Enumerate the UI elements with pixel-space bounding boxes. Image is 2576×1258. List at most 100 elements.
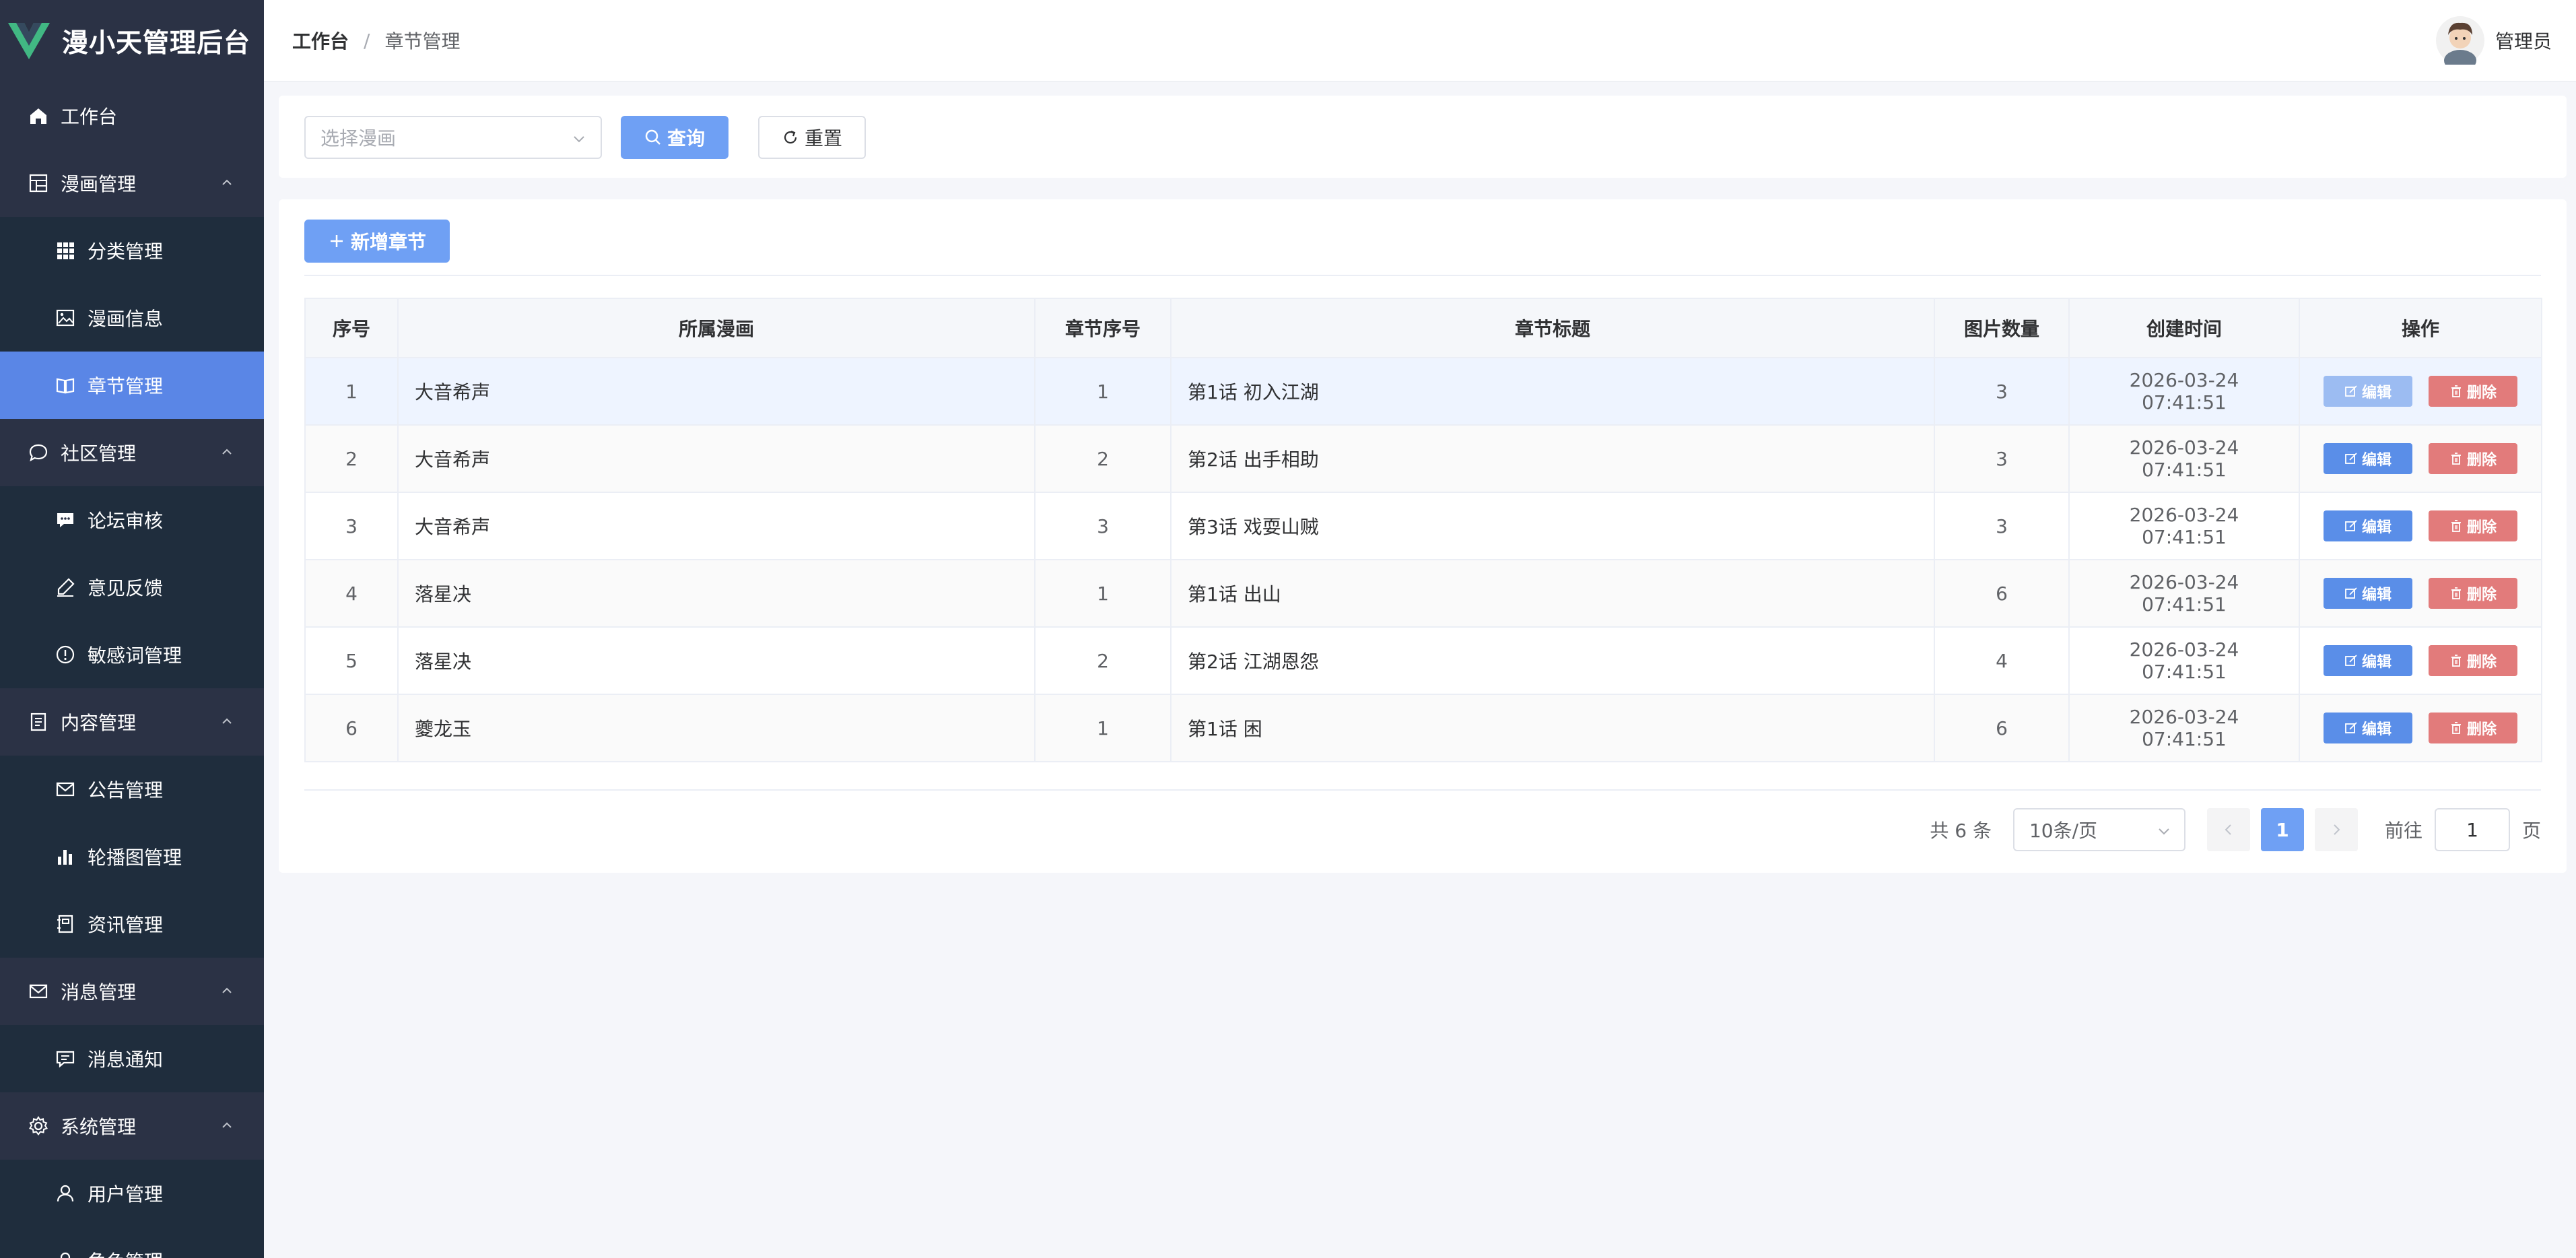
edit-pen-icon: [54, 576, 77, 599]
edit-button-label: 编辑: [2361, 452, 2392, 469]
sidebar-item-label: 角色管理: [88, 1247, 163, 1258]
edit-button-label: 编辑: [2361, 385, 2392, 401]
edit-button[interactable]: 编辑: [2324, 578, 2412, 609]
delete-button[interactable]: 删除: [2429, 443, 2517, 474]
breadcrumb-home[interactable]: 工作台: [292, 27, 349, 54]
search-card: 选择漫画 查询 重置: [279, 96, 2567, 178]
column-header: 序号: [304, 298, 399, 358]
sidebar-item-label: 工作台: [61, 106, 118, 128]
chapter-table: 序号 所属漫画 章节序号 章节标题 图片数量 创建时间 操作 1 大音希声 1 第1话 初入江湖 3…: [304, 298, 2542, 762]
delete-button[interactable]: 删除: [2429, 645, 2517, 676]
sidebar-item-role[interactable]: 角色管理: [0, 1227, 264, 1258]
query-button-label: 查询: [667, 127, 705, 150]
add-chapter-button[interactable]: 新增章节: [304, 220, 450, 263]
message-icon: [27, 980, 50, 1003]
sidebar-item-chat-square[interactable]: 消息通知: [0, 1025, 264, 1092]
goto-page-input[interactable]: 1: [2434, 808, 2510, 851]
next-page-button[interactable]: [2314, 808, 2358, 851]
cell-comic: 大音希声: [397, 424, 1036, 493]
sidebar-item-document[interactable]: 内容管理: [0, 688, 264, 756]
trash-icon: [2449, 587, 2467, 600]
cell-image-count: 6: [1934, 559, 2070, 628]
cell-actions: 编辑 删除: [2299, 424, 2542, 493]
delete-button[interactable]: 删除: [2429, 510, 2517, 541]
cell-chapter-no: 1: [1034, 559, 1172, 628]
cell-actions: 编辑 删除: [2299, 559, 2542, 628]
edit-icon: [2344, 385, 2362, 398]
sidebar-item-notebook[interactable]: 资讯管理: [0, 890, 264, 958]
user-name[interactable]: 管理员: [2495, 27, 2552, 54]
sidebar-item-apps[interactable]: 分类管理: [0, 217, 264, 284]
sidebar-item-message[interactable]: 消息管理: [0, 958, 264, 1025]
page-number-current[interactable]: 1: [2260, 808, 2304, 851]
sidebar-item-user[interactable]: 用户管理: [0, 1160, 264, 1227]
search-icon: [645, 129, 660, 145]
delete-button[interactable]: 删除: [2429, 578, 2517, 609]
chevron-down-icon: [2159, 828, 2169, 835]
sidebar-item-label: 敏感词管理: [88, 644, 182, 667]
delete-button-label: 删除: [2466, 385, 2497, 401]
table-row[interactable]: 1 大音希声 1 第1话 初入江湖 3 2026-03-24 07:41:51 编辑 删除: [304, 357, 2542, 426]
edit-button[interactable]: 编辑: [2324, 645, 2412, 676]
edit-button[interactable]: 编辑: [2324, 510, 2412, 541]
page-size-select[interactable]: 10条/页: [2012, 808, 2185, 851]
cell-index: 1: [304, 357, 399, 426]
comic-select[interactable]: 选择漫画: [304, 116, 602, 159]
table-row[interactable]: 2 大音希声 2 第2话 出手相助 3 2026-03-24 07:41:51 编辑 删除: [304, 424, 2542, 493]
query-button[interactable]: 查询: [621, 116, 728, 159]
sidebar-item-grid[interactable]: 漫画管理: [0, 150, 264, 217]
sidebar: 漫小天管理后台 工作台漫画管理分类管理漫画信息 章节管理社区管理论坛审核意见反馈敏…: [0, 0, 264, 1258]
chevron-right-icon: [2334, 824, 2340, 835]
sidebar-item-gear[interactable]: 系统管理: [0, 1092, 264, 1160]
refresh-icon: [784, 130, 797, 144]
cell-chapter-no: 2: [1034, 424, 1172, 493]
sidebar-item-edit-pen[interactable]: 意见反馈: [0, 554, 264, 621]
cell-chapter-no: 1: [1034, 357, 1172, 426]
sidebar-item-label: 消息通知: [88, 1049, 164, 1071]
sidebar-item-label: 论坛审核: [88, 510, 164, 532]
cell-index: 3: [304, 492, 399, 560]
document-icon: [27, 710, 50, 733]
sidebar-item-bar-chart[interactable]: 轮播图管理: [0, 823, 264, 890]
home-icon: [27, 104, 50, 127]
table-row[interactable]: 4 落星决 1 第1话 出山 6 2026-03-24 07:41:51 编辑 删除: [304, 559, 2542, 628]
brand: 漫小天管理后台: [0, 0, 264, 82]
prev-page-button[interactable]: [2206, 808, 2250, 851]
sidebar-item-mail[interactable]: 公告管理: [0, 756, 264, 823]
picture-icon: [54, 306, 77, 329]
edit-button[interactable]: 编辑: [2324, 713, 2412, 743]
edit-button-label: 编辑: [2361, 654, 2392, 671]
avatar[interactable]: [2435, 16, 2484, 65]
edit-button[interactable]: 编辑: [2324, 443, 2412, 474]
sidebar-item-chat[interactable]: 社区管理: [0, 419, 264, 486]
sidebar-menu: 工作台漫画管理分类管理漫画信息 章节管理社区管理论坛审核意见反馈敏感词管理内容管理…: [0, 82, 264, 1258]
chat-dots-icon: [54, 508, 77, 531]
vue-logo-icon: [8, 23, 50, 59]
sidebar-item-label: 系统管理: [61, 1116, 137, 1138]
delete-button[interactable]: 删除: [2429, 376, 2517, 407]
sidebar-item-picture[interactable]: 漫画信息: [0, 284, 264, 352]
table-row[interactable]: 5 落星决 2 第2话 江湖恩怨 4 2026-03-24 07:41:51 编辑 删除: [304, 626, 2542, 695]
cell-index: 5: [304, 626, 399, 695]
sidebar-item-home[interactable]: 工作台: [0, 82, 264, 150]
chevron-up-icon: [222, 179, 232, 185]
sidebar-item-warning[interactable]: 敏感词管理: [0, 621, 264, 688]
edit-button-label: 编辑: [2361, 519, 2392, 536]
cell-comic: 落星决: [397, 559, 1036, 628]
reset-button[interactable]: 重置: [758, 116, 866, 159]
sidebar-item-book[interactable]: 章节管理: [0, 352, 264, 419]
sidebar-item-label: 社区管理: [61, 442, 137, 465]
table-row[interactable]: 3 大音希声 3 第3话 戏耍山贼 3 2026-03-24 07:41:51 编辑 删除: [304, 492, 2542, 560]
cell-comic: 落星决: [397, 626, 1036, 695]
cell-actions: 编辑 删除: [2299, 357, 2542, 426]
cell-comic: 夔龙玉: [397, 694, 1036, 762]
cell-comic: 大音希声: [397, 492, 1036, 560]
delete-button[interactable]: 删除: [2429, 713, 2517, 743]
edit-button[interactable]: 编辑: [2324, 376, 2412, 407]
user-menu[interactable]: 管理员: [2435, 16, 2552, 65]
sidebar-item-chat-dots[interactable]: 论坛审核: [0, 486, 264, 554]
table-row[interactable]: 6 夔龙玉 1 第1话 困 6 2026-03-24 07:41:51 编辑 删除: [304, 694, 2542, 762]
breadcrumb: 工作台 / 章节管理: [292, 27, 460, 54]
apps-icon: [54, 239, 77, 262]
sidebar-item-label: 分类管理: [88, 240, 164, 263]
